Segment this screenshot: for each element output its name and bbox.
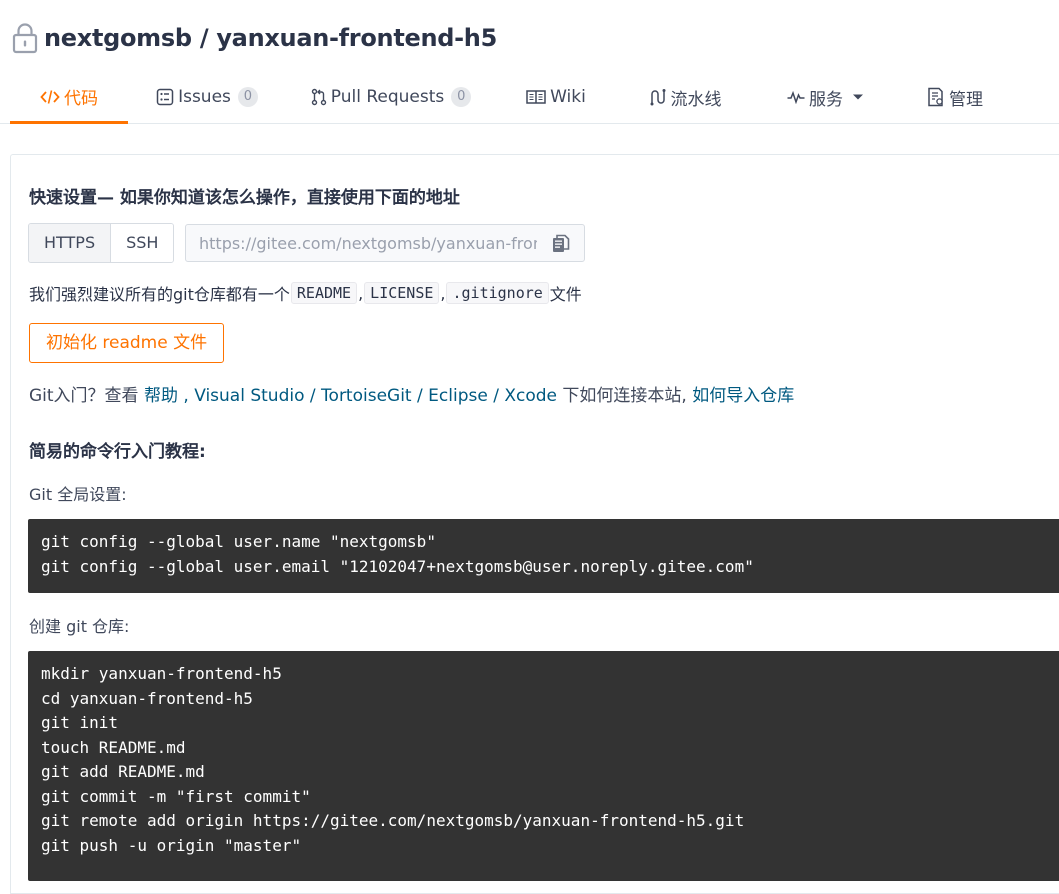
readme-chip: README (290, 282, 358, 304)
code-line: cd yanxuan-frontend-h5 (41, 688, 253, 708)
code-line: mkdir yanxuan-frontend-h5 (41, 664, 282, 683)
create-repo-code: mkdir yanxuan-frontend-h5 cd yanxuan-fro… (28, 651, 1059, 881)
tab-pipeline[interactable]: 流水线 (616, 72, 754, 122)
license-chip: LICENSE (364, 282, 440, 304)
create-repo-label: 创建 git 仓库: (29, 617, 130, 636)
tab-manage-label: 管理 (949, 89, 983, 110)
gitignore-chip: .gitignore (446, 282, 549, 304)
quick-setup-panel: 快速设置— 如果你知道该怎么操作，直接使用下面的地址 HTTPS SSH htt… (10, 154, 1059, 894)
tab-manage[interactable]: 管理 (898, 72, 1012, 122)
code-line: git config --global user.name "nextgomsb… (41, 532, 436, 551)
code-line: git remote add origin https://gitee.com/… (41, 811, 745, 830)
repo-title-row: nextgomsb / yanxuan-frontend-h5 (12, 22, 497, 54)
global-settings-label: Git 全局设置: (29, 485, 127, 504)
recommend-separator: , (440, 283, 446, 303)
tab-pull-requests[interactable]: Pull Requests 0 (286, 72, 496, 122)
tab-pipeline-label: 流水线 (670, 89, 722, 110)
visual-studio-link[interactable]: Visual Studio (194, 386, 304, 406)
issues-icon (156, 88, 174, 106)
eclipse-link[interactable]: Eclipse (428, 386, 488, 406)
xcode-link[interactable]: Xcode (504, 386, 557, 406)
git-help-line: Git入门？查看 帮助 , Visual Studio / TortoiseGi… (29, 381, 794, 406)
help-link[interactable]: 帮助 (144, 386, 178, 406)
copy-icon[interactable] (552, 234, 570, 254)
tab-services[interactable]: 服务 (754, 72, 898, 122)
code-line: git push -u origin "master" (41, 835, 302, 855)
recommend-prefix: 我们强烈建议所有的git仓库都有一个 (29, 285, 290, 304)
help-prefix: Git入门？查看 (29, 386, 144, 406)
issues-count-badge: 0 (237, 87, 258, 107)
import-repo-link[interactable]: 如何导入仓库 (692, 386, 794, 406)
code-line: git add README.md (41, 762, 205, 781)
code-line: git init (41, 713, 119, 732)
tab-code-label: 代码 (64, 89, 98, 109)
help-separator: / (411, 386, 429, 406)
manage-icon (928, 87, 943, 107)
pulse-icon (787, 90, 805, 104)
clone-url-text: https://gitee.com/nextgomsb/yanxuan-fron… (199, 233, 537, 253)
tortoisegit-link[interactable]: TortoiseGit (321, 386, 412, 406)
help-separator: / (304, 386, 322, 406)
recommend-suffix: 文件 (549, 285, 582, 304)
help-separator: / (487, 386, 505, 406)
pull-requests-count-badge: 0 (451, 87, 472, 107)
lock-icon (12, 23, 38, 54)
recommend-files-text: 我们强烈建议所有的git仓库都有一个 README, LICENSE, .git… (29, 281, 582, 305)
tab-code[interactable]: 代码 (10, 72, 128, 124)
help-middle-text: 下如何连接本站, (557, 386, 693, 406)
tab-pull-requests-label: Pull Requests (330, 87, 445, 107)
protocol-switch: HTTPS SSH (28, 223, 175, 263)
tab-wiki[interactable]: Wiki (496, 72, 616, 122)
repo-header: nextgomsb / yanxuan-frontend-h5 代码 Issue… (0, 0, 1059, 124)
code-line: git commit -m "first commit" (41, 786, 311, 806)
tab-services-label: 服务 (809, 89, 843, 110)
global-settings-code: git config --global user.name "nextgomsb… (28, 519, 1059, 593)
pull-request-icon (311, 88, 326, 106)
code-icon (40, 89, 60, 104)
tab-wiki-label: Wiki (550, 87, 586, 107)
tab-issues-label: Issues (178, 87, 231, 107)
help-separator: , (177, 386, 195, 406)
init-readme-button[interactable]: 初始化 readme 文件 (29, 323, 225, 363)
clone-url-field[interactable]: https://gitee.com/nextgomsb/yanxuan-fron… (185, 224, 585, 262)
wiki-icon (526, 90, 546, 104)
tab-issues[interactable]: Issues 0 (128, 72, 286, 122)
https-button[interactable]: HTTPS (29, 224, 112, 262)
pipeline-icon (650, 89, 665, 106)
repo-tabs: 代码 Issues 0 Pull Requests 0 Wiki 流水线 服务 … (10, 72, 1012, 124)
repo-title[interactable]: nextgomsb / yanxuan-frontend-h5 (44, 24, 497, 52)
quick-setup-title: 快速设置— 如果你知道该怎么操作，直接使用下面的地址 (29, 188, 460, 208)
ssh-button[interactable]: SSH (111, 224, 174, 262)
code-line: git config --global user.email "12102047… (41, 556, 754, 576)
code-line: touch README.md (41, 737, 186, 757)
recommend-separator: , (358, 283, 364, 303)
tutorial-title: 简易的命令行入门教程: (29, 442, 206, 462)
caret-down-icon (853, 94, 863, 100)
